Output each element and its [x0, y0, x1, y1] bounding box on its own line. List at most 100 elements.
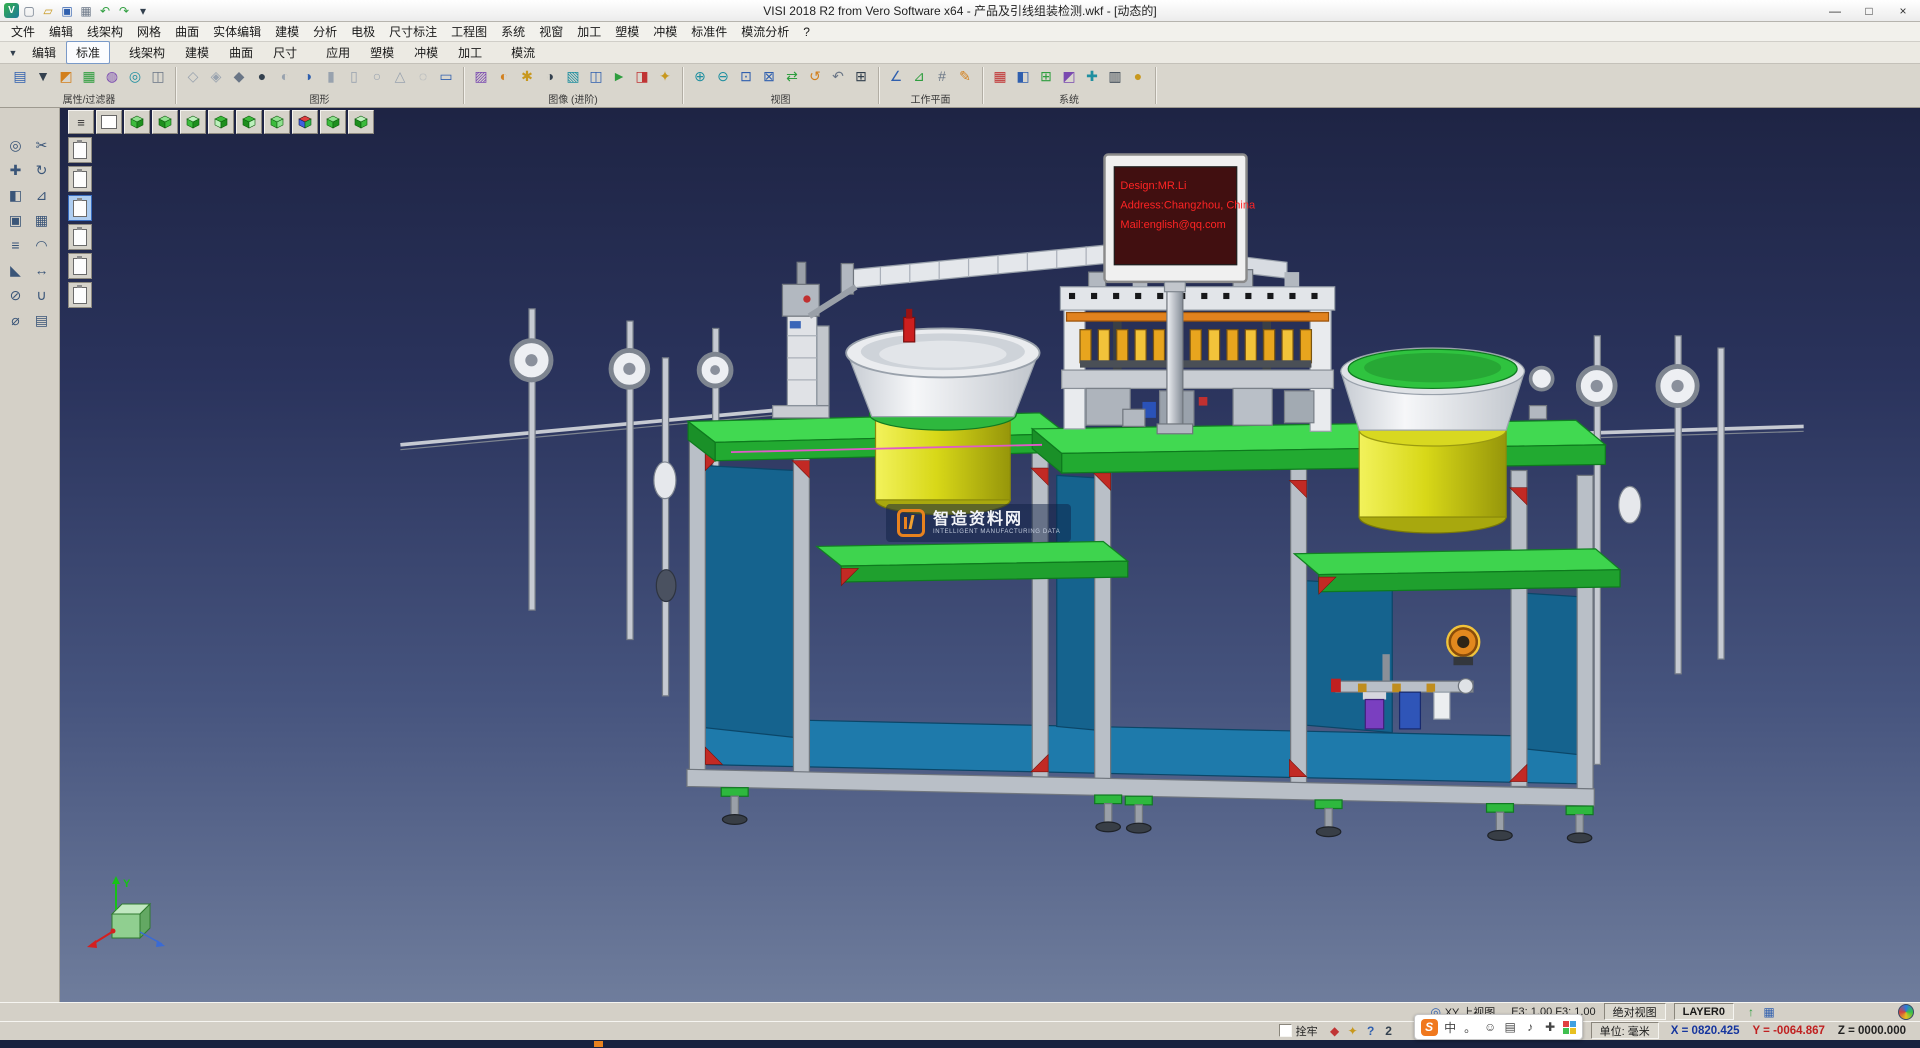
iso-view-button-1[interactable]: [124, 110, 150, 134]
filter-icon[interactable]: ▼: [32, 66, 54, 86]
previous-view-icon[interactable]: ↶: [827, 66, 849, 86]
fillet-icon[interactable]: ◠: [30, 234, 54, 256]
minimize-button[interactable]: —: [1818, 1, 1852, 21]
side-view-button[interactable]: [236, 110, 262, 134]
redo-icon[interactable]: ↷: [115, 3, 133, 19]
iso-view-button-4[interactable]: [348, 110, 374, 134]
extend-icon[interactable]: ↔: [30, 259, 54, 281]
menu-drawing[interactable]: 工程图: [444, 22, 494, 41]
ime-mic-icon[interactable]: ♪: [1523, 1020, 1538, 1034]
menu-analysis[interactable]: 分析: [306, 22, 344, 41]
material-icon[interactable]: ◐: [493, 66, 515, 86]
chamfer-icon[interactable]: ◣: [4, 259, 28, 281]
orange-motor[interactable]: [1447, 626, 1479, 665]
ime-keyboard-icon[interactable]: ▤: [1503, 1020, 1518, 1034]
shield-icon[interactable]: ◆: [1326, 1023, 1344, 1039]
zoom-fit-icon[interactable]: ⊠: [758, 66, 780, 86]
maximize-button[interactable]: □: [1852, 1, 1886, 21]
new-document-icon[interactable]: ▢: [20, 3, 38, 19]
tab-progress[interactable]: 冲模: [404, 41, 448, 64]
zoom-out-icon[interactable]: ⊖: [712, 66, 734, 86]
ime-emoji-icon[interactable]: ☺: [1483, 1020, 1498, 1034]
layer-up-icon[interactable]: ↑: [1742, 1004, 1760, 1020]
stereo-view-icon[interactable]: ◨: [631, 66, 653, 86]
measure-icon[interactable]: ⌀: [4, 309, 28, 331]
ime-skin-icon[interactable]: [1563, 1021, 1576, 1034]
workplane-grid-icon[interactable]: #: [931, 66, 953, 86]
tab-standard[interactable]: 标准: [66, 41, 110, 64]
help-badge-icon[interactable]: ?: [1362, 1023, 1380, 1039]
plane-primitive-icon[interactable]: ▭: [435, 66, 457, 86]
system-grid-icon[interactable]: ▦: [989, 66, 1011, 86]
iso-view-button-2[interactable]: [152, 110, 178, 134]
tab-machining[interactable]: 加工: [448, 41, 492, 64]
clipboard-slot-3[interactable]: [68, 195, 92, 221]
view-menu-button[interactable]: ≡: [68, 110, 94, 134]
workplane-edit-icon[interactable]: ✎: [954, 66, 976, 86]
blank-view-button[interactable]: [96, 110, 122, 134]
absolute-view-box[interactable]: 绝对视图: [1604, 1003, 1666, 1020]
torus-primitive-icon[interactable]: ◌: [412, 66, 434, 86]
layer-grid-icon[interactable]: ▦: [1760, 1004, 1778, 1020]
clipboard-slot-5[interactable]: [68, 253, 92, 279]
ime-toolbox-icon[interactable]: ✚: [1543, 1020, 1558, 1034]
workplane-xy-icon[interactable]: ∠: [885, 66, 907, 86]
lighting-icon[interactable]: ✱: [516, 66, 538, 86]
menu-standard-parts[interactable]: 标准件: [684, 22, 734, 41]
taskbar-app-icon[interactable]: [594, 1041, 603, 1047]
zoom-in-icon[interactable]: ⊕: [689, 66, 711, 86]
clipboard-slot-4[interactable]: [68, 224, 92, 250]
cone-primitive-icon[interactable]: △: [389, 66, 411, 86]
close-button[interactable]: ×: [1886, 1, 1920, 21]
key-icon[interactable]: ✦: [1344, 1023, 1362, 1039]
clipboard-slot-6[interactable]: [68, 282, 92, 308]
menu-system[interactable]: 系统: [494, 22, 532, 41]
mirror-icon[interactable]: ◧: [4, 184, 28, 206]
menu-mesh[interactable]: 网格: [130, 22, 168, 41]
join-icon[interactable]: ∪: [30, 284, 54, 306]
layers-icon[interactable]: ▤: [30, 309, 54, 331]
pan-view-icon[interactable]: ⇄: [781, 66, 803, 86]
snap-icon[interactable]: ◎: [4, 134, 28, 156]
lock-checkbox[interactable]: [1279, 1024, 1292, 1037]
type-filter-icon[interactable]: ◍: [101, 66, 123, 86]
save-icon[interactable]: ▣: [58, 3, 76, 19]
open-file-icon[interactable]: ▱: [39, 3, 57, 19]
info-icon[interactable]: ●: [1127, 66, 1149, 86]
section-view-icon[interactable]: ◑: [297, 66, 319, 86]
menu-machining[interactable]: 加工: [570, 22, 608, 41]
menu-flow-analysis[interactable]: 模流分析: [734, 22, 796, 41]
menu-window[interactable]: 视窗: [532, 22, 570, 41]
menu-solid-edit[interactable]: 实体编辑: [206, 22, 268, 41]
rotate-icon[interactable]: ↻: [30, 159, 54, 181]
tab-flow[interactable]: 模流: [501, 41, 545, 64]
properties-icon[interactable]: ▤: [9, 66, 31, 86]
shaded-mode-icon[interactable]: ◆: [228, 66, 250, 86]
tab-modeling[interactable]: 建模: [175, 41, 219, 64]
machine-scene[interactable]: Design:MR.Li Address:Changzhou, China Ma…: [60, 108, 1920, 1002]
color-filter-icon[interactable]: ◩: [55, 66, 77, 86]
menu-mould[interactable]: 塑模: [608, 22, 646, 41]
active-layer-box[interactable]: LAYER0: [1674, 1003, 1734, 1020]
render-settings-icon[interactable]: ✦: [654, 66, 676, 86]
transparency-icon[interactable]: ◐: [274, 66, 296, 86]
trim-icon[interactable]: ✂: [30, 134, 54, 156]
theme-icon[interactable]: ◩: [1058, 66, 1080, 86]
multi-view-icon[interactable]: ⊞: [850, 66, 872, 86]
display-monitor[interactable]: Design:MR.Li Address:Changzhou, China Ma…: [1104, 155, 1256, 292]
quick-select-icon[interactable]: ◎: [124, 66, 146, 86]
axono-view-button[interactable]: [292, 110, 318, 134]
tab-dropdown-icon[interactable]: ▼: [4, 45, 22, 61]
menu-progress[interactable]: 冲模: [646, 22, 684, 41]
screen-config-icon[interactable]: ▥: [1104, 66, 1126, 86]
animation-icon[interactable]: ►: [608, 66, 630, 86]
print-icon[interactable]: ▦: [77, 3, 95, 19]
menu-file[interactable]: 文件: [4, 22, 42, 41]
texture-icon[interactable]: ▨: [470, 66, 492, 86]
hidden-line-icon[interactable]: ◈: [205, 66, 227, 86]
iso-view-button-3[interactable]: [320, 110, 346, 134]
tab-dimension[interactable]: 尺寸: [263, 41, 307, 64]
right-bowl-feeder[interactable]: [1341, 348, 1525, 533]
menu-modeling[interactable]: 建模: [268, 22, 306, 41]
front-view-button[interactable]: [208, 110, 234, 134]
